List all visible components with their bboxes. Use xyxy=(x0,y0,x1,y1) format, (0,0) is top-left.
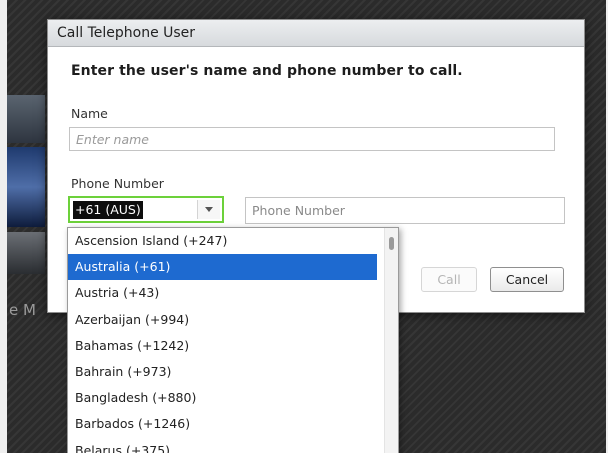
scrollbar-thumb[interactable] xyxy=(389,237,394,250)
phone-number-input[interactable] xyxy=(245,197,565,224)
app-background: e M Call Telephone User Enter the user's… xyxy=(7,0,606,453)
list-item-belarus[interactable]: Belarus (+375) xyxy=(68,438,377,453)
country-code-select[interactable]: +61 (AUS) xyxy=(68,196,224,223)
phone-number-label: Phone Number xyxy=(71,176,164,191)
call-button[interactable]: Call xyxy=(421,267,477,292)
list-item-azerbaijan[interactable]: Azerbaijan (+994) xyxy=(68,307,377,333)
list-item-australia[interactable]: Australia (+61) xyxy=(68,254,377,281)
name-label: Name xyxy=(71,106,108,121)
list-item-bahamas[interactable]: Bahamas (+1242) xyxy=(68,333,377,359)
background-thumbnail xyxy=(7,147,45,227)
list-item-ascension-island[interactable]: Ascension Island (+247) xyxy=(68,228,377,254)
country-code-dropdown-list[interactable]: Ascension Island (+247) Australia (+61) … xyxy=(67,227,399,453)
chevron-down-icon xyxy=(205,207,213,212)
dialog-heading: Enter the user's name and phone number t… xyxy=(71,63,463,79)
background-thumbnail xyxy=(7,232,45,274)
background-caption: e M xyxy=(9,301,36,319)
list-scrollbar[interactable] xyxy=(384,228,398,453)
dropdown-toggle[interactable] xyxy=(197,200,220,219)
cancel-button[interactable]: Cancel xyxy=(490,267,564,292)
country-code-value: +61 (AUS) xyxy=(73,201,143,219)
background-thumbnail xyxy=(7,95,45,143)
list-item-austria[interactable]: Austria (+43) xyxy=(68,280,377,306)
list-item-barbados[interactable]: Barbados (+1246) xyxy=(68,411,377,437)
list-item-bahrain[interactable]: Bahrain (+973) xyxy=(68,359,377,385)
list-item-bangladesh[interactable]: Bangladesh (+880) xyxy=(68,385,377,411)
dialog-title: Call Telephone User xyxy=(48,20,584,47)
name-input[interactable] xyxy=(69,127,555,151)
